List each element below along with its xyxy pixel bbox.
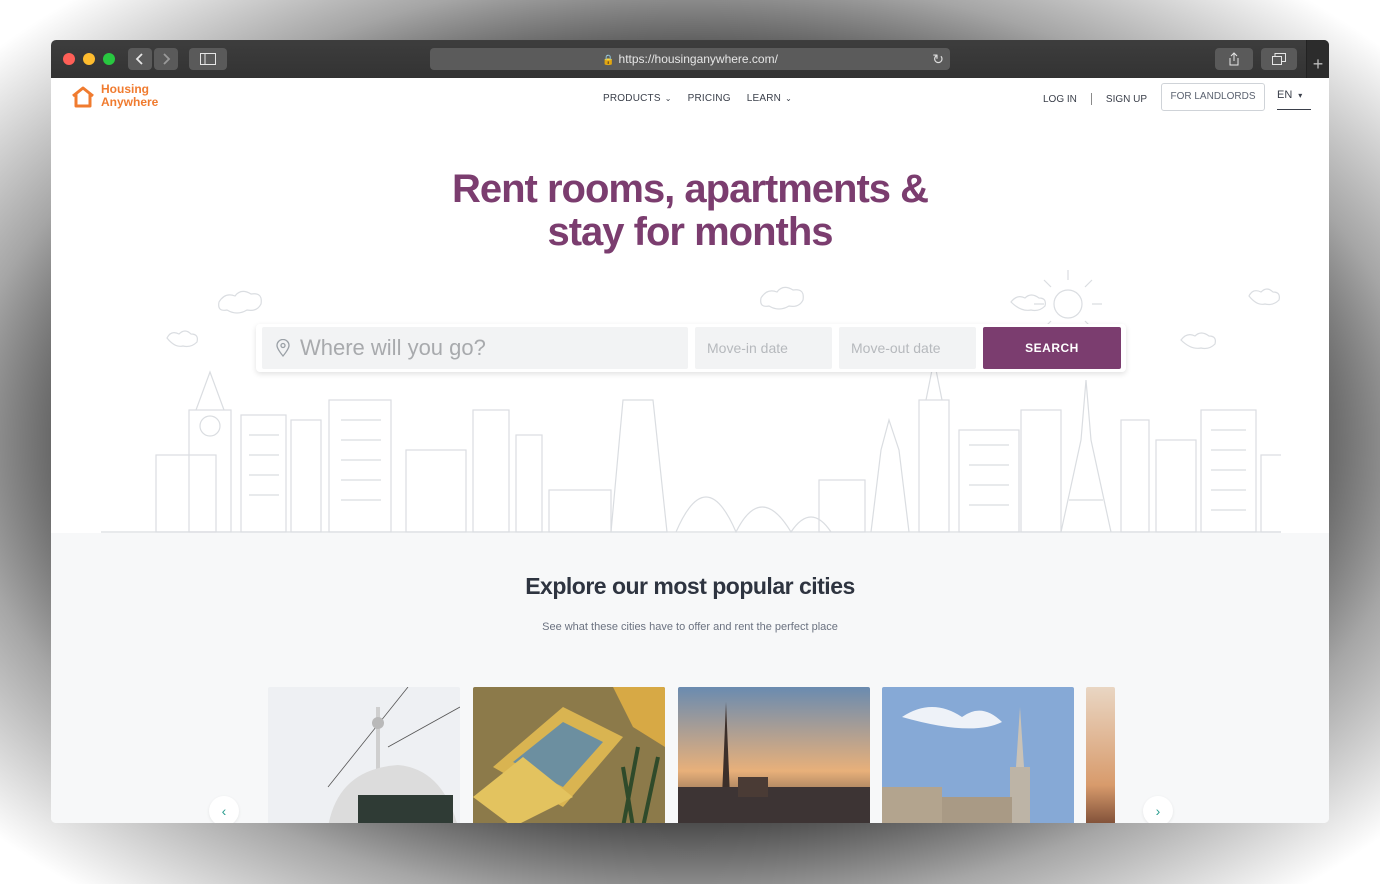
language-label: EN: [1277, 89, 1293, 101]
plus-icon: +: [1312, 54, 1324, 74]
url-text: https://housinganywhere.com/: [618, 52, 778, 66]
move-in-date-input[interactable]: Move-in date: [695, 327, 832, 369]
signup-link[interactable]: SIGN UP: [1106, 94, 1147, 105]
destination-input[interactable]: Where will you go?: [262, 327, 688, 369]
nav-pricing[interactable]: PRICING: [688, 78, 731, 120]
cities-title: Explore our most popular cities: [525, 573, 855, 599]
language-selector[interactable]: EN ▾: [1277, 83, 1311, 110]
hero-section: Rent rooms, apartments & stay for months: [51, 120, 1329, 533]
move-in-placeholder: Move-in date: [707, 340, 788, 356]
back-button[interactable]: [128, 48, 152, 70]
share-button[interactable]: [1215, 48, 1253, 70]
browser-toolbar: 🔒 https://housinganywhere.com/ ↻ +: [51, 40, 1329, 79]
city-photo: [678, 687, 870, 823]
minimize-window-button[interactable]: [83, 53, 95, 65]
destination-placeholder: Where will you go?: [300, 335, 486, 360]
forward-button[interactable]: [154, 48, 178, 70]
auth-links: LOG IN SIGN UP: [1043, 78, 1147, 120]
site-header: Housing Anywhere PRODUCTS ⌄ PRICING LEARN…: [51, 78, 1329, 121]
house-logo-icon: [72, 86, 94, 108]
search-button[interactable]: SEARCH: [983, 327, 1121, 369]
chevron-right-icon: [163, 53, 171, 65]
hero-title-line-2: stay for months: [547, 210, 833, 254]
city-photo: [268, 687, 460, 823]
chevron-down-icon: ⌄: [785, 94, 792, 103]
city-card-partial[interactable]: [1086, 687, 1115, 823]
nav-pricing-label: PRICING: [687, 93, 731, 104]
nav-learn[interactable]: LEARN ⌄: [747, 78, 792, 120]
share-icon: [1229, 52, 1239, 66]
maximize-window-button[interactable]: [103, 53, 115, 65]
tabs-overview-button[interactable]: [1261, 48, 1297, 70]
for-landlords-button[interactable]: FOR LANDLORDS: [1161, 83, 1265, 111]
new-tab-button[interactable]: +: [1306, 40, 1329, 78]
city-photo: [1086, 687, 1115, 823]
hero-title-line-1: Rent rooms, apartments &: [451, 167, 929, 211]
map-pin-icon: [276, 327, 290, 373]
divider: [1090, 93, 1092, 105]
city-photo: [882, 687, 1074, 823]
carousel-prev-button[interactable]: ‹: [209, 796, 239, 823]
hero-title: Rent rooms, apartments & stay for months: [51, 168, 1329, 254]
address-bar[interactable]: 🔒 https://housinganywhere.com/ ↻: [430, 48, 950, 70]
chevron-left-icon: ‹: [221, 803, 227, 819]
sidebar-toggle-button[interactable]: [189, 48, 227, 70]
chevron-left-icon: [135, 53, 143, 65]
move-out-placeholder: Move-out date: [851, 340, 941, 356]
logo-line-2: Anywhere: [101, 95, 159, 109]
move-out-date-input[interactable]: Move-out date: [839, 327, 976, 369]
cities-subtitle: See what these cities have to offer and …: [542, 621, 838, 633]
city-card-berlin[interactable]: [268, 687, 460, 823]
popular-cities-section: Explore our most popular cities See what…: [51, 533, 1329, 823]
city-photo: [473, 687, 665, 823]
city-card-vienna[interactable]: [678, 687, 870, 823]
chevron-down-icon: ⌄: [664, 94, 672, 103]
city-card-rotterdam[interactable]: [473, 687, 665, 823]
caret-down-icon: ▾: [1298, 91, 1303, 100]
logo-text: Housing Anywhere: [101, 83, 158, 109]
lock-icon: 🔒: [602, 55, 615, 66]
login-link[interactable]: LOG IN: [1043, 94, 1077, 105]
carousel-next-button[interactable]: ›: [1143, 796, 1173, 823]
city-card-brussels[interactable]: [882, 687, 1074, 823]
tabs-icon: [1272, 53, 1286, 65]
browser-window: 🔒 https://housinganywhere.com/ ↻ + Housin…: [51, 40, 1329, 823]
close-window-button[interactable]: [63, 53, 75, 65]
chevron-right-icon: ›: [1155, 803, 1161, 819]
search-bar: Where will you go? Move-in date Move-out…: [256, 324, 1126, 372]
sidebar-icon: [200, 53, 216, 65]
main-nav: PRODUCTS ⌄ PRICING LEARN ⌄: [603, 78, 792, 120]
nav-products-label: PRODUCTS: [603, 93, 661, 104]
nav-learn-label: LEARN: [746, 93, 782, 104]
nav-products[interactable]: PRODUCTS ⌄: [603, 78, 672, 120]
city-skyline-illustration: [101, 270, 1281, 533]
reload-icon[interactable]: ↻: [932, 48, 944, 70]
